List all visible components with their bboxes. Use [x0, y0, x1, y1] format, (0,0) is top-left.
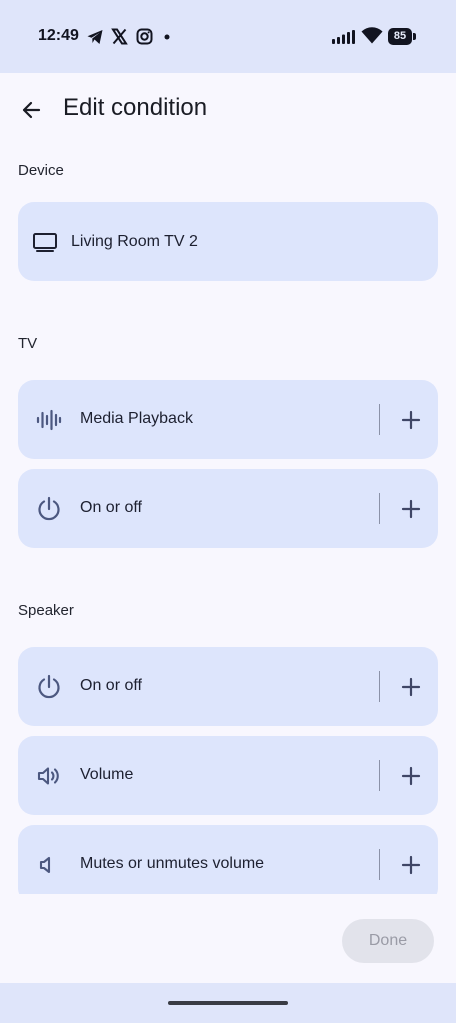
condition-label: Mutes or unmutes volume	[80, 855, 265, 872]
add-button[interactable]	[397, 495, 425, 523]
signal-icon	[332, 30, 356, 44]
condition-item-speaker-mute[interactable]: Mutes or unmutes volume	[18, 825, 438, 894]
navigation-bar	[0, 983, 456, 1023]
section-header-device: Device	[18, 162, 64, 179]
divider	[379, 849, 380, 880]
condition-label: Volume	[80, 766, 134, 783]
speaker-icon	[36, 852, 62, 878]
app-bar: Edit condition	[0, 73, 456, 143]
divider	[379, 493, 380, 524]
condition-item-speaker-volume[interactable]: Volume	[18, 736, 438, 815]
device-card[interactable]: Living Room TV 2	[18, 202, 438, 281]
divider	[379, 760, 380, 791]
status-bar: 12:49 85	[0, 0, 456, 73]
done-button[interactable]: Done	[342, 919, 434, 963]
device-name: Living Room TV 2	[71, 233, 198, 250]
tv-icon	[32, 229, 58, 255]
divider	[379, 671, 380, 702]
speaker-list[interactable]: Speaker On or off Volume Mutes or unmute…	[0, 600, 456, 894]
add-button[interactable]	[397, 762, 425, 790]
plus-icon	[401, 410, 421, 430]
page-title: Edit condition	[63, 94, 208, 121]
instagram-icon	[136, 28, 153, 45]
battery-icon	[413, 33, 416, 40]
plus-icon	[401, 766, 421, 786]
power-icon	[36, 674, 62, 700]
status-time: 12:49	[38, 27, 79, 44]
battery-level: 85	[388, 28, 412, 45]
add-button[interactable]	[397, 851, 425, 879]
power-icon	[36, 496, 62, 522]
gesture-handle[interactable]	[168, 1001, 288, 1005]
condition-label: On or off	[80, 677, 142, 694]
condition-item-tv-media-playback[interactable]: Media Playback	[18, 380, 438, 459]
condition-label: Media Playback	[80, 410, 193, 427]
condition-item-speaker-on-off[interactable]: On or off	[18, 647, 438, 726]
plus-icon	[401, 855, 421, 875]
divider	[379, 404, 380, 435]
add-button[interactable]	[397, 673, 425, 701]
condition-item-tv-on-off[interactable]: On or off	[18, 469, 438, 548]
wifi-icon	[361, 27, 383, 44]
dot-icon	[164, 34, 170, 40]
x-icon	[111, 28, 128, 45]
volume-icon	[36, 763, 62, 789]
add-button[interactable]	[397, 406, 425, 434]
plus-icon	[401, 499, 421, 519]
telegram-icon	[86, 28, 104, 46]
section-header-speaker: Speaker	[18, 602, 74, 619]
plus-icon	[401, 677, 421, 697]
audio-wave-icon	[36, 407, 62, 433]
section-header-tv: TV	[18, 335, 38, 352]
condition-label: On or off	[80, 499, 142, 516]
back-button[interactable]	[15, 93, 49, 127]
arrow-back-icon	[22, 101, 41, 119]
